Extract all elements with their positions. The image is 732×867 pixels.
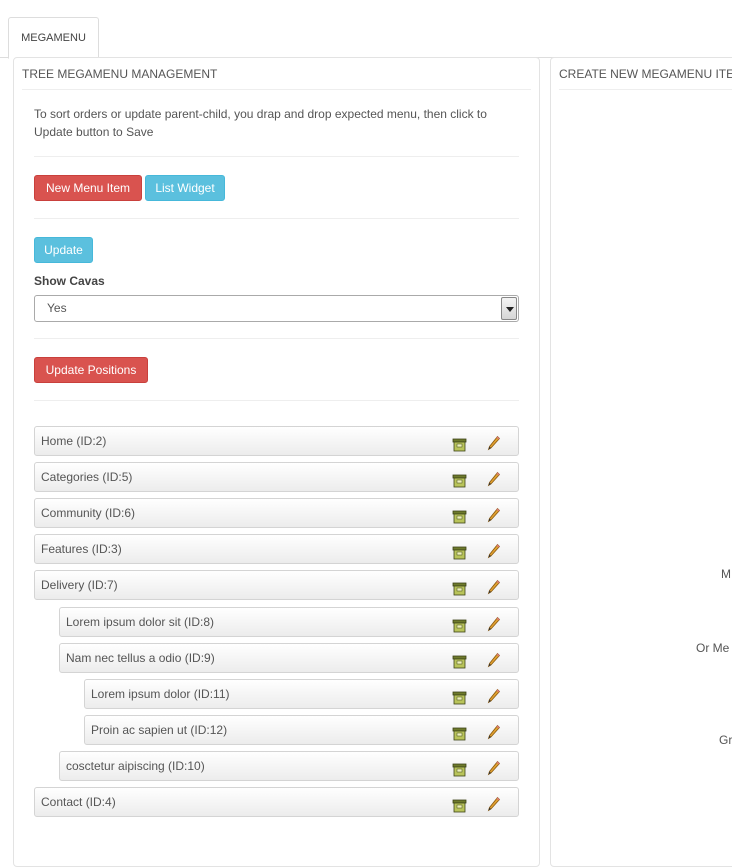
tab-megamenu[interactable]: MEGAMENU xyxy=(8,17,99,59)
divider xyxy=(34,400,519,401)
menu-tree-item-label: Community (ID:6) xyxy=(41,506,136,520)
partial-label: Gr xyxy=(719,733,732,747)
menu-tree-item[interactable]: Delivery (ID:7) xyxy=(34,570,519,600)
menu-tree-item-label: Features (ID:3) xyxy=(41,542,122,556)
divider xyxy=(34,156,519,157)
trash-box-icon[interactable] xyxy=(452,723,467,741)
create-item-panel: CREATE NEW MEGAMENU ITEM. M Or Me Gr xyxy=(550,57,732,867)
pencil-icon[interactable] xyxy=(487,505,501,523)
trash-box-icon[interactable] xyxy=(452,687,467,705)
trash-box-icon[interactable] xyxy=(452,615,467,633)
tree-management-panel: TREE MEGAMENU MANAGEMENT To sort orders … xyxy=(13,57,540,867)
show-cavas-selected-value: Yes xyxy=(47,301,67,315)
pencil-icon[interactable] xyxy=(487,794,501,812)
pencil-icon[interactable] xyxy=(487,577,501,595)
menu-tree-item[interactable]: Contact (ID:4) xyxy=(34,787,519,817)
divider xyxy=(34,218,519,219)
chevron-down-icon[interactable] xyxy=(501,297,517,320)
update-positions-button[interactable]: Update Positions xyxy=(34,357,148,383)
trash-box-icon[interactable] xyxy=(452,795,467,813)
show-cavas-label: Show Cavas xyxy=(34,274,105,288)
menu-tree-item[interactable]: Proin ac sapien ut (ID:12) xyxy=(84,715,519,745)
menu-tree-item[interactable]: Community (ID:6) xyxy=(34,498,519,528)
menu-tree-item-label: Contact (ID:4) xyxy=(41,795,116,809)
menu-tree-item[interactable]: cosctetur aipiscing (ID:10) xyxy=(59,751,519,781)
menu-tree-item-label: cosctetur aipiscing (ID:10) xyxy=(66,759,205,773)
trash-box-icon[interactable] xyxy=(452,759,467,777)
trash-box-icon[interactable] xyxy=(452,542,467,560)
create-panel-title: CREATE NEW MEGAMENU ITEM. xyxy=(559,58,732,90)
menu-tree-item[interactable]: Lorem ipsum dolor sit (ID:8) xyxy=(59,607,519,637)
trash-box-icon[interactable] xyxy=(452,651,467,669)
pencil-icon[interactable] xyxy=(487,469,501,487)
menu-tree-item[interactable]: Nam nec tellus a odio (ID:9) xyxy=(59,643,519,673)
menu-tree-item-label: Nam nec tellus a odio (ID:9) xyxy=(66,651,215,665)
menu-tree-item[interactable]: Home (ID:2) xyxy=(34,426,519,456)
pencil-icon[interactable] xyxy=(487,758,501,776)
tab-bar: MEGAMENU xyxy=(0,0,732,59)
update-button[interactable]: Update xyxy=(34,237,93,263)
menu-tree-item[interactable]: Lorem ipsum dolor (ID:11) xyxy=(84,679,519,709)
trash-box-icon[interactable] xyxy=(452,578,467,596)
menu-tree-item[interactable]: Features (ID:3) xyxy=(34,534,519,564)
menu-tree-item[interactable]: Categories (ID:5) xyxy=(34,462,519,492)
partial-label: Or Me xyxy=(696,641,730,655)
menu-tree-item-label: Delivery (ID:7) xyxy=(41,578,118,592)
menu-tree-item-label: Proin ac sapien ut (ID:12) xyxy=(91,723,228,737)
menu-tree-item-label: Home (ID:2) xyxy=(41,434,107,448)
show-cavas-select[interactable]: Yes xyxy=(34,295,519,322)
trash-box-icon[interactable] xyxy=(452,470,467,488)
trash-box-icon[interactable] xyxy=(452,434,467,452)
pencil-icon[interactable] xyxy=(487,433,501,451)
menu-tree-item-label: Lorem ipsum dolor sit (ID:8) xyxy=(66,615,215,629)
menu-tree-item-label: Lorem ipsum dolor (ID:11) xyxy=(91,687,230,701)
pencil-icon[interactable] xyxy=(487,650,501,668)
tree-panel-title: TREE MEGAMENU MANAGEMENT xyxy=(22,58,531,90)
pencil-icon[interactable] xyxy=(487,614,501,632)
pencil-icon[interactable] xyxy=(487,686,501,704)
pencil-icon[interactable] xyxy=(487,541,501,559)
pencil-icon[interactable] xyxy=(487,722,501,740)
divider xyxy=(34,338,519,339)
tree-instructions: To sort orders or update parent-child, y… xyxy=(34,107,487,139)
new-menu-item-button[interactable]: New Menu Item xyxy=(34,175,142,201)
trash-box-icon[interactable] xyxy=(452,506,467,524)
menu-tree-item-label: Categories (ID:5) xyxy=(41,470,133,484)
list-widget-button[interactable]: List Widget xyxy=(145,175,225,201)
partial-label: M xyxy=(721,567,731,581)
